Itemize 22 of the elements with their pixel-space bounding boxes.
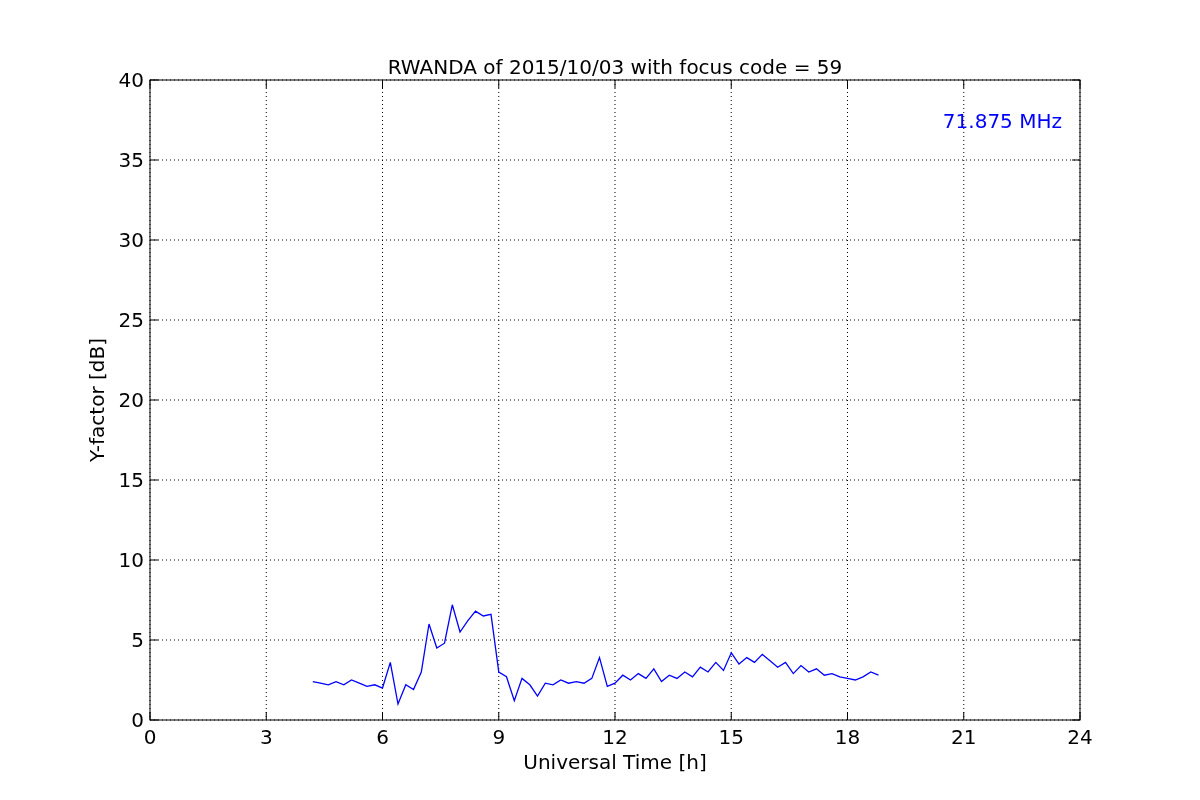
tick-label: 40 <box>118 68 144 92</box>
y-axis-label: Y-factor [dB] <box>85 338 109 462</box>
tick-label: 5 <box>131 628 144 652</box>
tick-label: 15 <box>718 725 744 749</box>
tick-label: 30 <box>118 228 144 252</box>
tick-label: 21 <box>951 725 977 749</box>
tick-label: 18 <box>834 725 861 749</box>
chart-title: RWANDA of 2015/10/03 with focus code = 59 <box>387 55 843 79</box>
tick-label: 35 <box>118 148 144 172</box>
tick-label: 12 <box>602 725 628 749</box>
tick-label: 10 <box>118 548 144 572</box>
tick-label: 20 <box>118 388 144 412</box>
tick-label: 3 <box>259 725 273 749</box>
tick-label: 0 <box>143 725 157 749</box>
tick-label: 15 <box>118 468 144 492</box>
tick-label: 25 <box>118 308 144 332</box>
tick-label: 24 <box>1067 725 1093 749</box>
series-label: 71.875 MHz <box>942 109 1062 133</box>
tick-label: 6 <box>376 725 389 749</box>
tick-label: 9 <box>492 725 506 749</box>
tick-label: 0 <box>131 708 144 732</box>
x-axis-label: Universal Time [h] <box>523 750 707 774</box>
